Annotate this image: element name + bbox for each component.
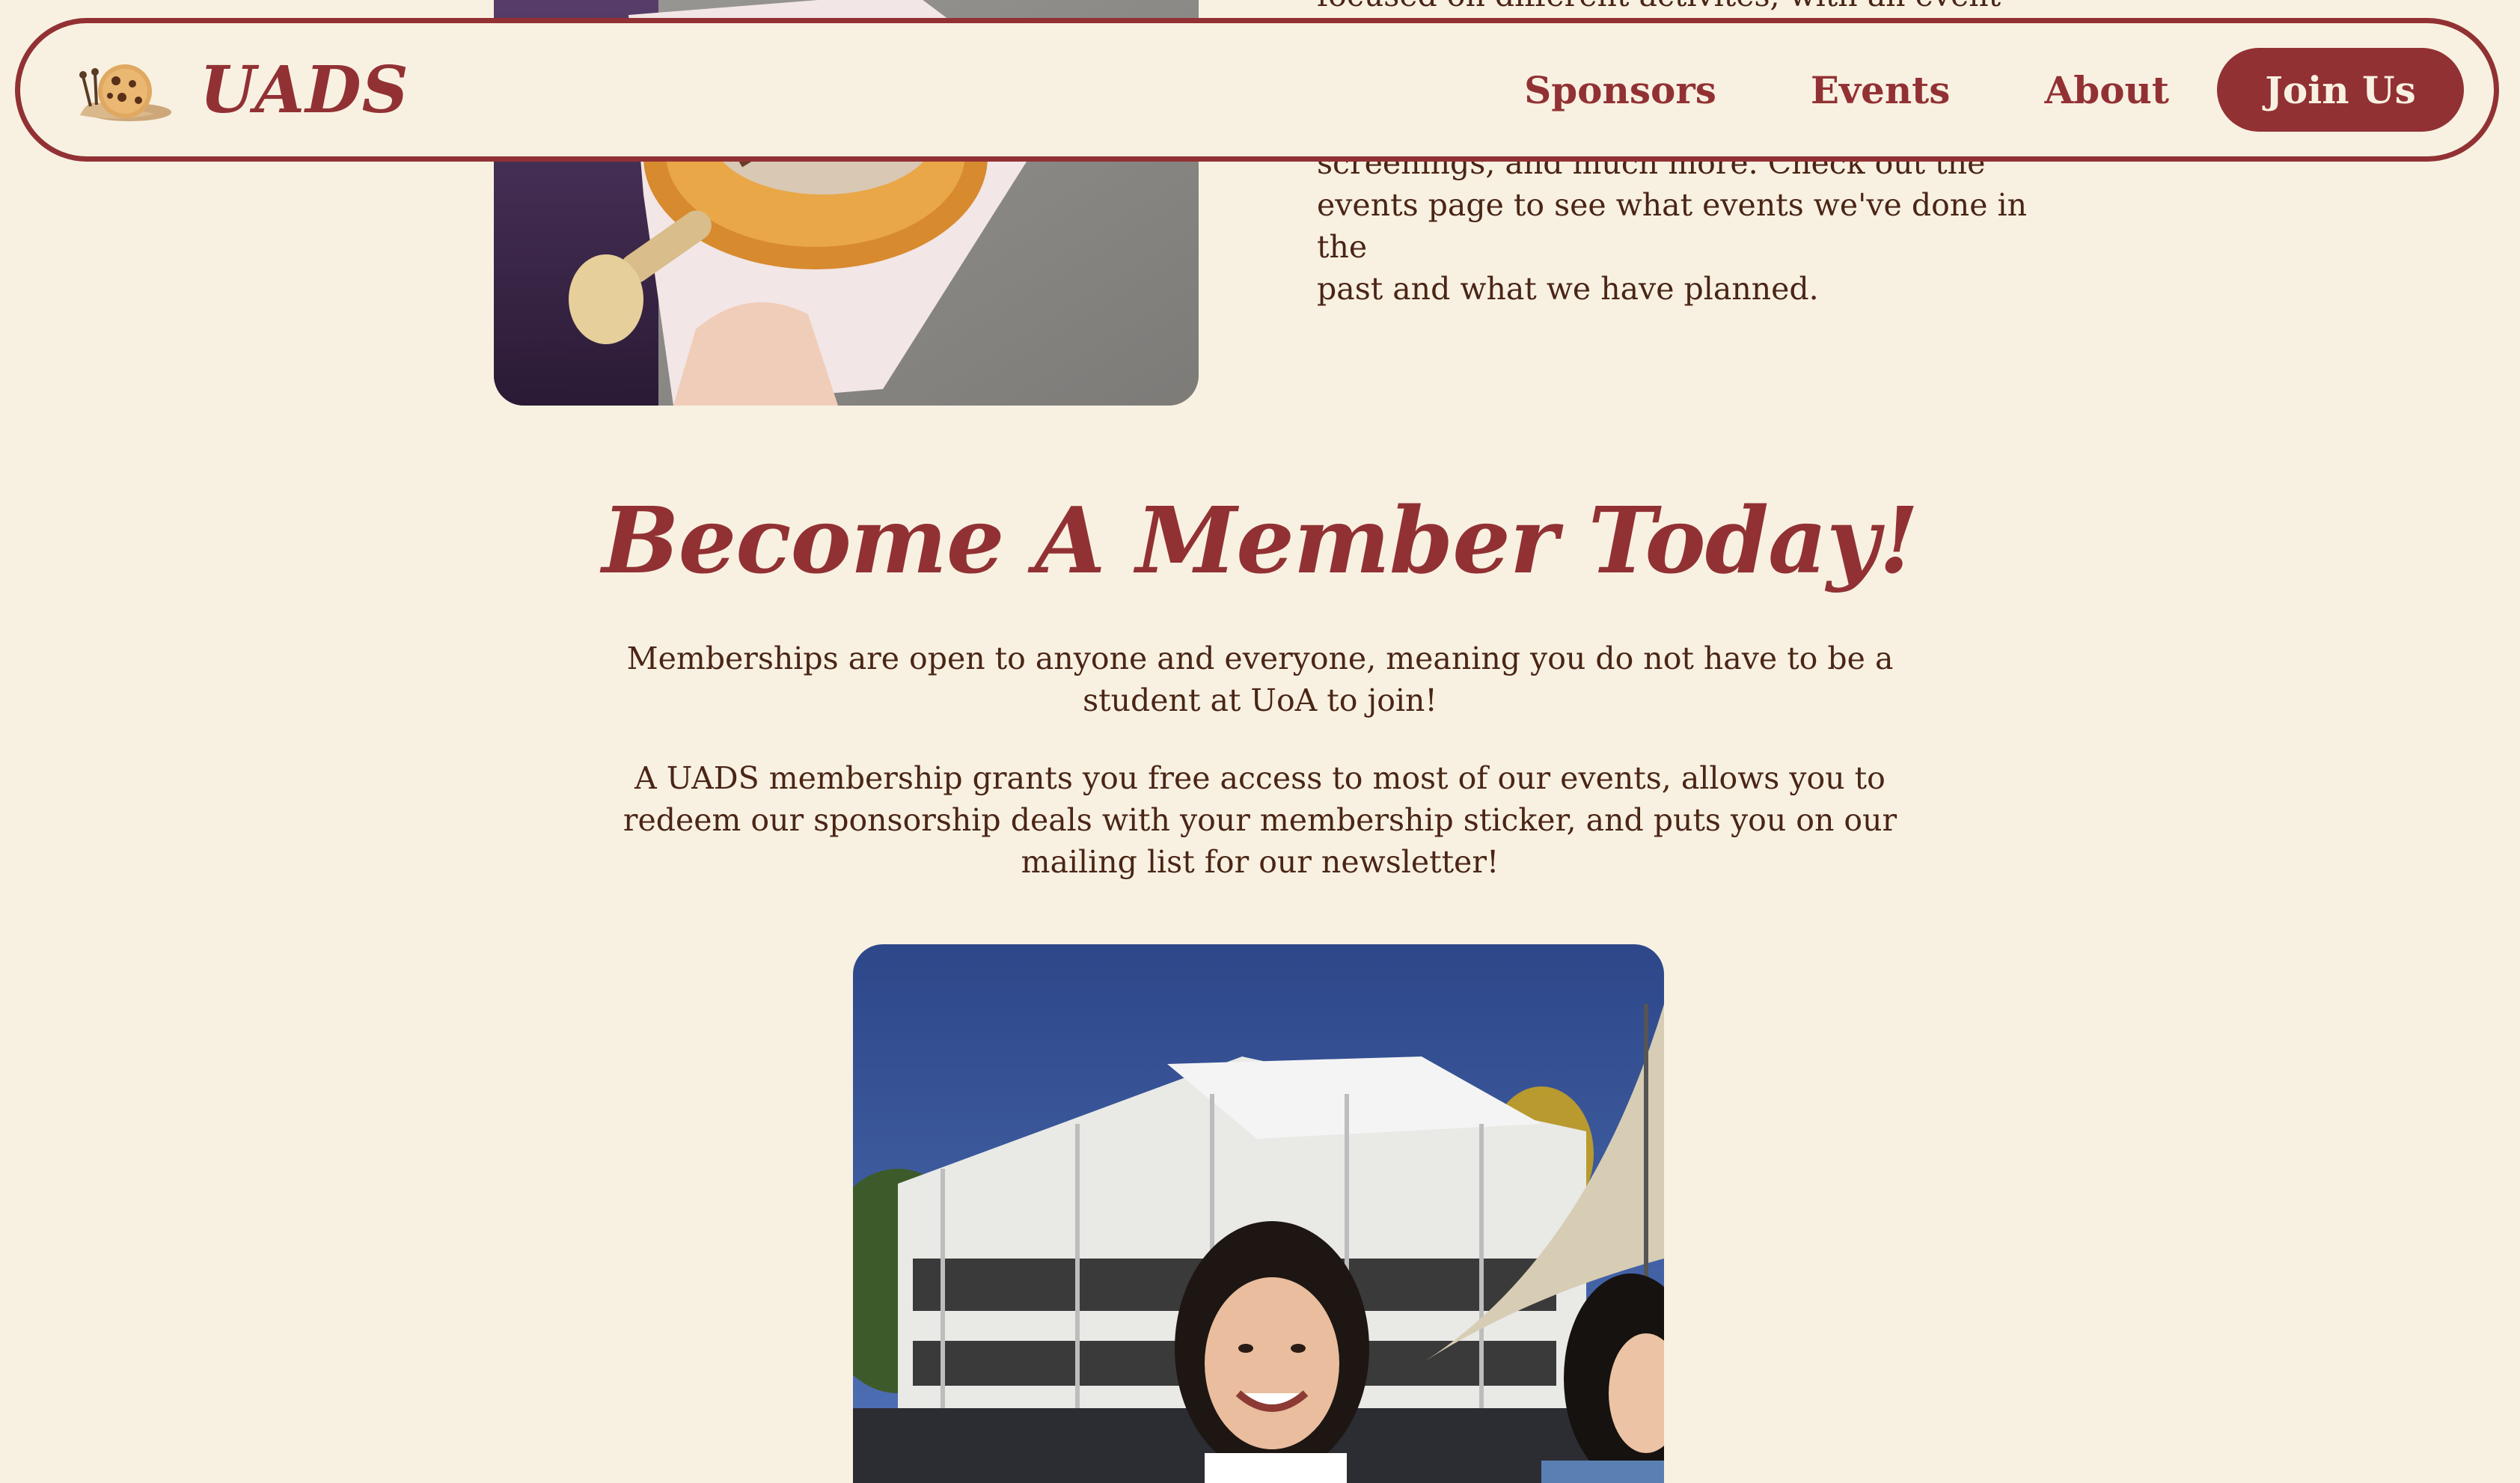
membership-heading: Become A Member Today!	[602, 486, 1918, 594]
nav-links: Sponsors Events About Join Us	[1524, 48, 2464, 132]
nav-link-sponsors[interactable]: Sponsors	[1524, 68, 1716, 112]
membership-body: Memberships are open to anyone and every…	[572, 637, 1948, 919]
member-photo	[853, 944, 1664, 1483]
nav-link-about[interactable]: About	[2044, 68, 2169, 112]
membership-paragraph: A UADS membership grants you free access…	[623, 760, 1897, 880]
join-us-button[interactable]: Join Us	[2217, 48, 2464, 132]
nav-link-events[interactable]: Events	[1811, 68, 1951, 112]
membership-paragraph: Memberships are open to anyone and every…	[626, 640, 1894, 718]
snail-cookie-logo-icon	[79, 64, 171, 121]
intro-line: past and what we have planned.	[1317, 271, 1819, 307]
brand-name: UADS	[200, 52, 409, 128]
brand-home-link[interactable]: UADS	[73, 52, 409, 128]
intro-line: events page to see what events we've don…	[1317, 187, 2028, 265]
navbar: UADS Sponsors Events About Join Us	[15, 18, 2499, 162]
